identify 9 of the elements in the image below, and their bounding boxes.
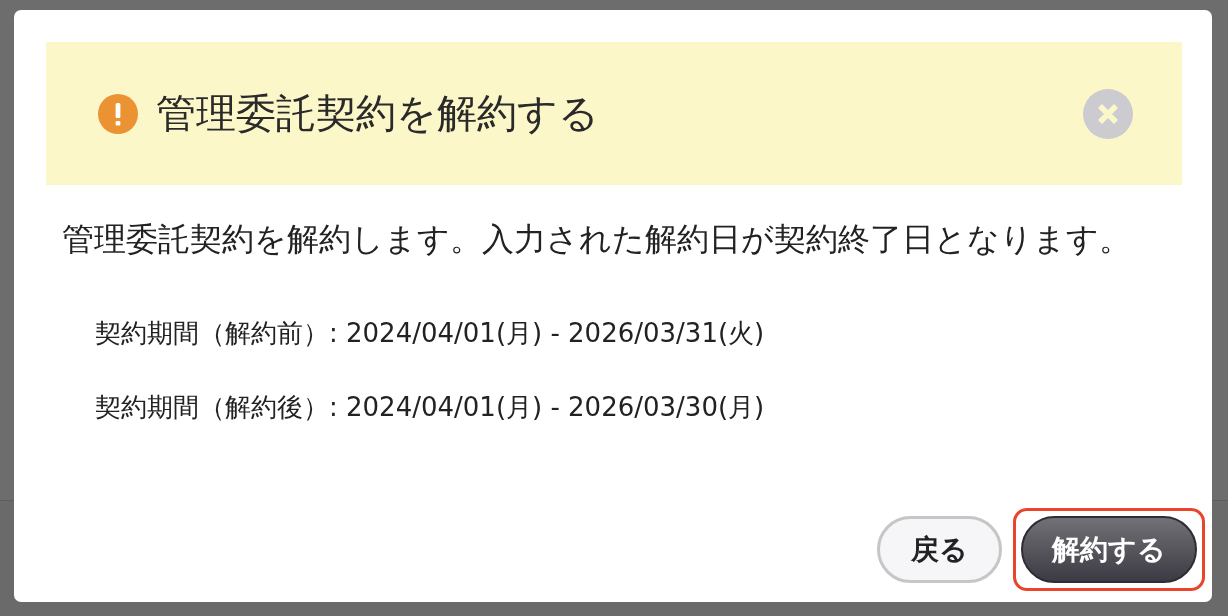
back-button[interactable]: 戻る	[877, 516, 1002, 583]
dialog-message: 管理委託契約を解約します。入力された解約日が契約終了日となります。	[62, 220, 1132, 259]
close-icon	[1097, 102, 1119, 125]
contract-period-text: 契約期間（解約前）: 2024/04/01(月) - 2026/03/31(火)	[95, 317, 766, 350]
close-button[interactable]	[1083, 88, 1133, 139]
dialog-title: 管理委託契約を解約する	[156, 89, 600, 138]
warning-icon	[98, 93, 138, 134]
contract-period-text: 契約期間（解約後）: 2024/04/01(月) - 2026/03/30(月)	[95, 391, 766, 424]
cancel-contract-button[interactable]: 解約する	[1021, 516, 1197, 583]
